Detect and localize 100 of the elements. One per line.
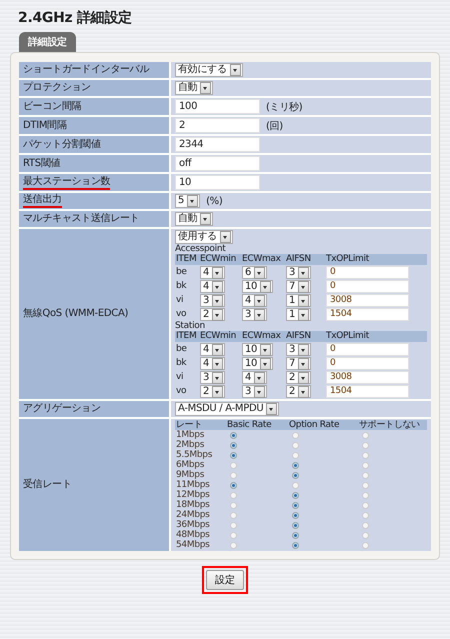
radio-button[interactable]	[362, 452, 369, 458]
radio-button[interactable]	[230, 482, 237, 488]
radio-button[interactable]	[292, 452, 299, 458]
dropdown[interactable]: 3	[286, 266, 312, 279]
radio-button[interactable]	[362, 532, 369, 538]
dropdown[interactable]: 2	[200, 385, 226, 398]
setting-label: プロテクション	[23, 82, 91, 94]
radio-button[interactable]	[230, 512, 237, 518]
radio-button[interactable]	[230, 502, 237, 508]
dropdown[interactable]: 3	[242, 385, 268, 398]
section-tab[interactable]: 詳細設定	[19, 32, 76, 52]
radio-button[interactable]	[292, 542, 299, 548]
input-field[interactable]: 0	[326, 357, 409, 370]
radio-button[interactable]	[362, 512, 369, 518]
column-header: サポートしない	[358, 420, 421, 430]
input-field[interactable]: 10	[175, 175, 260, 190]
radio-button[interactable]	[292, 532, 299, 538]
dropdown[interactable]: 有効にする	[175, 63, 243, 77]
input-field[interactable]: 3008	[326, 294, 409, 307]
dropdown[interactable]: 自動	[175, 81, 214, 95]
radio-button[interactable]	[362, 472, 369, 478]
radio-button[interactable]	[292, 512, 299, 518]
caret-icon	[298, 308, 310, 320]
table-cell-text: bk	[175, 280, 188, 293]
unit-label: (%)	[206, 196, 222, 206]
table-cell-text: 5.5Mbps	[175, 450, 214, 460]
dropdown[interactable]: A-MSDU / A-MPDU	[175, 402, 280, 416]
setting-label: アグリゲーション	[23, 403, 101, 415]
radio-button[interactable]	[362, 462, 369, 468]
radio-button[interactable]	[292, 472, 299, 478]
input-field[interactable]: 3008	[326, 371, 409, 384]
radio-button[interactable]	[230, 432, 237, 438]
dropdown[interactable]: 4	[242, 371, 268, 384]
dropdown[interactable]: 7	[286, 280, 312, 293]
dropdown[interactable]: 2	[200, 308, 226, 321]
dropdown[interactable]: 4	[200, 343, 226, 356]
radio-button[interactable]	[292, 482, 299, 488]
dropdown[interactable]: 3	[242, 308, 268, 321]
dropdown[interactable]: 使用する	[175, 230, 233, 244]
radio-button[interactable]	[230, 472, 237, 478]
caret-icon	[212, 308, 224, 320]
radio-button[interactable]	[362, 542, 369, 548]
input-field[interactable]: 0	[326, 266, 409, 279]
radio-button[interactable]	[362, 492, 369, 498]
radio-button[interactable]	[362, 432, 369, 438]
radio-button[interactable]	[230, 462, 237, 468]
setting-label: RTS閾値	[23, 158, 60, 170]
setting-label: 受信レート	[23, 479, 72, 491]
dropdown[interactable]: 10	[242, 280, 274, 293]
dropdown[interactable]: 3	[286, 343, 312, 356]
dropdown[interactable]: 自動	[175, 212, 214, 226]
input-field[interactable]: off	[175, 156, 260, 171]
dropdown[interactable]: 5	[175, 194, 200, 208]
dropdown[interactable]: 6	[242, 266, 268, 279]
radio-button[interactable]	[292, 522, 299, 528]
radio-button[interactable]	[230, 492, 237, 498]
column-header: ECWmax	[241, 331, 282, 342]
dropdown[interactable]: 3	[200, 371, 226, 384]
table-cell-text: be	[175, 266, 188, 279]
radio-button[interactable]	[230, 542, 237, 548]
dropdown[interactable]: 4	[200, 357, 226, 370]
input-field[interactable]: 0	[326, 343, 409, 356]
dropdown[interactable]: 2	[286, 371, 312, 384]
radio-button[interactable]	[362, 502, 369, 508]
input-field[interactable]: 100	[175, 99, 260, 114]
dropdown[interactable]: 4	[242, 294, 268, 307]
radio-button[interactable]	[292, 462, 299, 468]
caret-icon	[260, 280, 272, 292]
dropdown[interactable]: 10	[242, 357, 274, 370]
input-field[interactable]: 1504	[326, 385, 409, 398]
radio-button[interactable]	[230, 452, 237, 458]
dropdown[interactable]: 2	[286, 385, 312, 398]
dropdown[interactable]: 4	[200, 266, 226, 279]
dropdown[interactable]: 3	[200, 294, 226, 307]
radio-button[interactable]	[362, 482, 369, 488]
radio-button[interactable]	[292, 442, 299, 448]
radio-button[interactable]	[362, 442, 369, 448]
input-field[interactable]: 0	[326, 280, 409, 293]
dropdown[interactable]: 1	[286, 294, 312, 307]
radio-button[interactable]	[230, 532, 237, 538]
radio-button[interactable]	[362, 522, 369, 528]
radio-button[interactable]	[230, 522, 237, 528]
dropdown[interactable]: 1	[286, 308, 312, 321]
radio-button[interactable]	[292, 492, 299, 498]
input-field[interactable]: 2	[175, 118, 260, 133]
dropdown[interactable]: 4	[200, 280, 226, 293]
table-cell-text: 1Mbps	[175, 430, 206, 440]
dropdown[interactable]: 10	[242, 343, 274, 356]
radio-button[interactable]	[230, 442, 237, 448]
input-field[interactable]: 1504	[326, 308, 409, 321]
setting-label: 最大ステーション数	[23, 176, 110, 190]
radio-button[interactable]	[292, 502, 299, 508]
caret-icon	[254, 372, 266, 384]
radio-button[interactable]	[292, 432, 299, 438]
submit-button[interactable]: 設定	[206, 570, 244, 590]
input-field[interactable]: 2344	[175, 137, 260, 152]
page-title: 2.4GHz 詳細設定	[18, 8, 133, 28]
table-cell-text: vi	[175, 371, 184, 384]
caret-icon	[298, 280, 310, 292]
dropdown[interactable]: 7	[286, 357, 312, 370]
